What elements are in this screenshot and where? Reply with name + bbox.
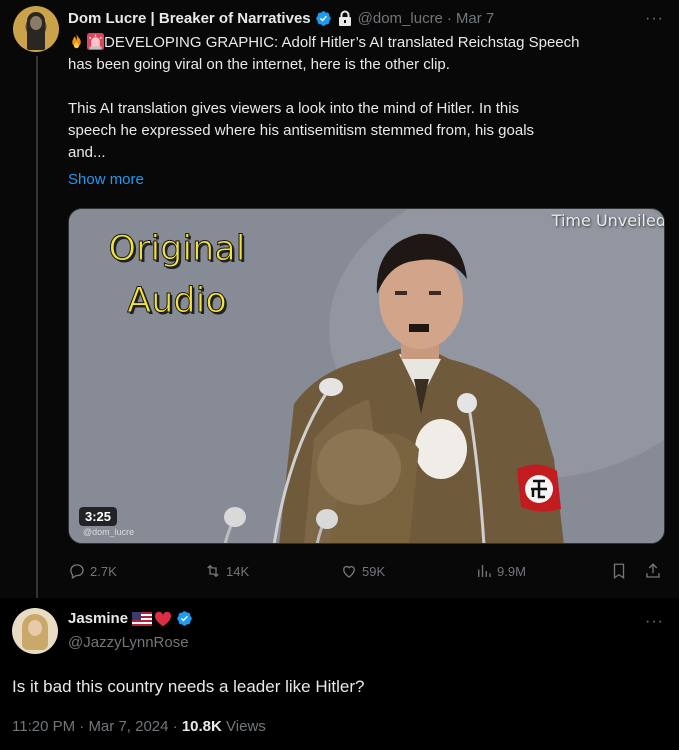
views-count: 10.8K: [181, 718, 222, 735]
views-label: Views: [226, 718, 266, 735]
bookmark-button[interactable]: [610, 561, 632, 581]
author-handle[interactable]: @dom_lucre: [358, 10, 443, 27]
tweet-text-line: This AI translation gives viewers a look…: [68, 100, 520, 117]
more-options-icon[interactable]: ···: [645, 11, 664, 27]
verified-badge-icon: [177, 611, 192, 626]
fire-emoji-icon: [72, 33, 81, 49]
bookmark-icon: [613, 563, 625, 580]
tweet-text-line: has been going viral on the internet, he…: [68, 56, 450, 73]
like-count: 59K: [362, 563, 386, 579]
author-name[interactable]: Dom Lucre | Breaker of Narratives: [68, 10, 311, 27]
repost-icon: [207, 564, 219, 578]
tweet-text-line: speech he expressed where his antisemiti…: [68, 122, 535, 139]
share-button[interactable]: [644, 561, 666, 581]
more-options-icon[interactable]: ···: [645, 614, 664, 630]
tweet-action-bar: 2.7K 14K 59K 9.9M: [68, 561, 665, 581]
show-more-link[interactable]: Show more: [68, 171, 144, 188]
views-button[interactable]: 9.9M: [475, 561, 526, 581]
separator-dot: ·: [172, 718, 178, 735]
video-watermark: Time Unveiled: [551, 211, 665, 230]
reply-button[interactable]: 2.7K: [68, 561, 117, 581]
tweet-header: Dom Lucre | Breaker of Narratives @dom_l…: [68, 8, 494, 28]
reply-count: 2.7K: [90, 563, 117, 579]
share-icon: [646, 563, 660, 578]
video-player[interactable]: Original Audio Time Unveiled 3:25 @dom_l…: [68, 208, 665, 544]
repost-button[interactable]: 14K: [204, 561, 249, 581]
us-flag-emoji-icon: [132, 611, 153, 626]
views-count: 9.9M: [497, 563, 526, 579]
rotating-light-emoji-icon: [87, 33, 104, 50]
repost-count: 14K: [226, 563, 250, 579]
tweet-header: Jasmine: [68, 610, 193, 627]
separator-dot: ·: [79, 718, 85, 735]
red-heart-emoji-icon: [155, 611, 172, 626]
heart-icon: [343, 565, 355, 578]
tweet-date[interactable]: Mar 7: [456, 10, 494, 27]
lock-icon: [338, 10, 351, 26]
author-avatar[interactable]: [13, 6, 59, 52]
author-avatar[interactable]: [12, 608, 58, 654]
thread-connector-line: [36, 56, 38, 598]
video-handle-watermark: @dom_lucre: [83, 527, 135, 537]
tweet-text: Is it bad this country needs a leader li…: [12, 677, 365, 696]
tweet-text-line: and...: [68, 144, 106, 161]
tweet-metadata: 11:20 PM · Mar 7, 2024 · 10.8K Views: [12, 718, 266, 735]
tweet-date[interactable]: Mar 7, 2024: [88, 718, 168, 735]
separator-dot: ·: [446, 9, 452, 27]
tweet-text: DEVELOPING GRAPHIC: Adolf Hitler’s AI tr…: [68, 32, 668, 164]
reply-icon: [70, 564, 84, 579]
author-name[interactable]: Jasmine: [68, 610, 128, 627]
quoted-tweet[interactable]: Dom Lucre | Breaker of Narratives @dom_l…: [0, 0, 679, 598]
like-button[interactable]: 59K: [340, 561, 385, 581]
video-overlay-caption: Original Audio: [108, 229, 246, 322]
reply-tweet[interactable]: Jasmine @JazzyLynnRose ··· Is it bad thi…: [0, 598, 679, 750]
tweet-text-line: DEVELOPING GRAPHIC: Adolf Hitler’s AI tr…: [104, 34, 580, 51]
tweet-time[interactable]: 11:20 PM: [12, 718, 75, 735]
author-handle[interactable]: @JazzyLynnRose: [68, 634, 189, 651]
video-duration-badge: 3:25: [79, 507, 118, 526]
verified-badge-icon: [315, 10, 331, 26]
analytics-icon: [478, 565, 491, 577]
